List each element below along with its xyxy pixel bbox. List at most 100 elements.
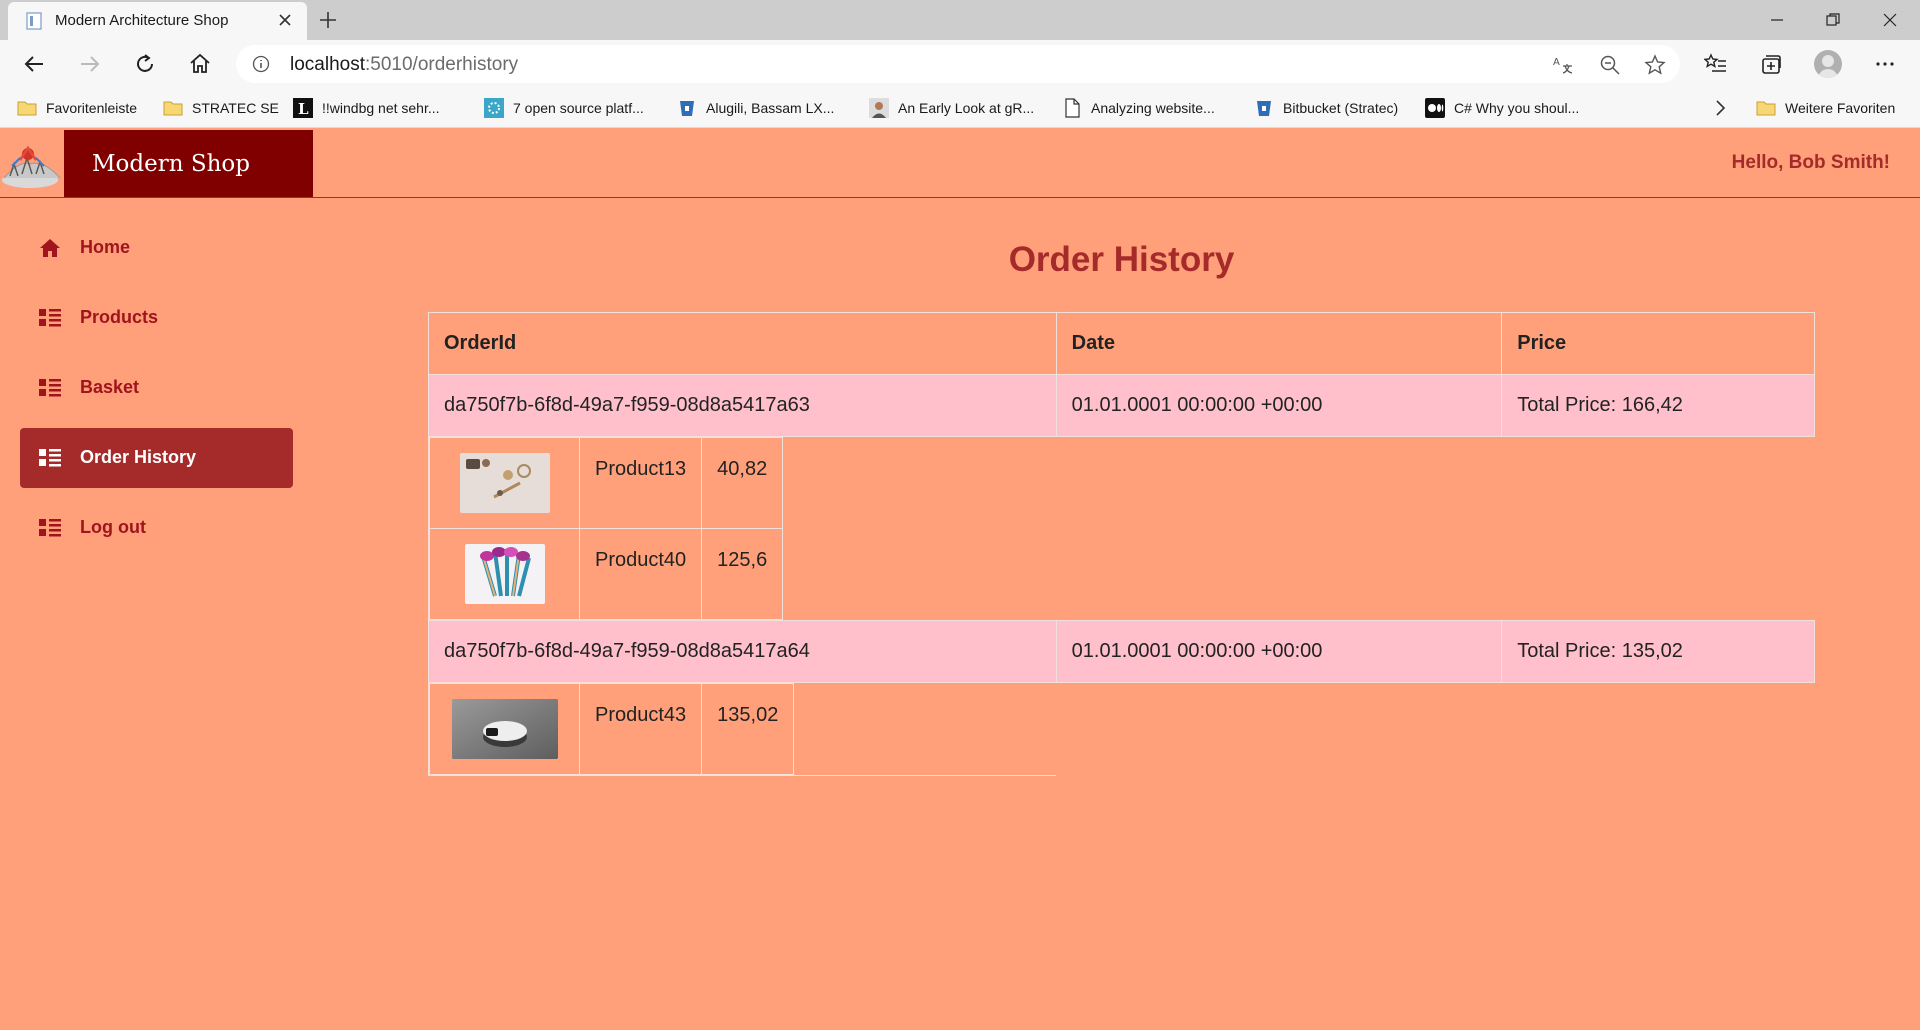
empty-cell xyxy=(1502,437,1815,621)
header-divider xyxy=(0,197,1920,198)
favorite-item[interactable]: C# Why you shoul... xyxy=(1425,88,1579,128)
list-icon xyxy=(39,449,61,467)
translate-icon[interactable]: A xyxy=(1552,54,1574,76)
favorite-item[interactable]: STRATEC SE xyxy=(163,88,279,128)
favorite-item[interactable]: Favoritenleiste xyxy=(17,88,137,128)
order-id: da750f7b-6f8d-49a7-f959-08d8a5417a63 xyxy=(428,374,1057,437)
favorite-item[interactable]: Alugili, Bassam LX... xyxy=(677,88,834,128)
nav-item-log-out[interactable]: Log out xyxy=(20,498,293,558)
favorite-item[interactable]: 7 open source platf... xyxy=(484,88,644,128)
more-dots-icon xyxy=(1876,62,1894,66)
minimize-button[interactable] xyxy=(1752,0,1802,40)
settings-menu-button[interactable] xyxy=(1871,50,1899,78)
item-price: 40,82 xyxy=(701,437,784,529)
url-text[interactable]: localhost:5010/orderhistory xyxy=(290,54,518,76)
folder-icon xyxy=(17,101,37,116)
back-button[interactable] xyxy=(20,50,48,78)
bucket-site-icon xyxy=(1257,101,1271,116)
product-thumbnail xyxy=(459,453,550,513)
order-history-table: OrderId Date Price da750f7b-6f8d-49a7-f9… xyxy=(428,312,1815,776)
order-items-row: Product43 135,02 xyxy=(428,682,1815,776)
nav-item-basket[interactable]: Basket xyxy=(20,358,293,418)
nav-item-products[interactable]: Products xyxy=(20,288,293,348)
home-browser-button[interactable] xyxy=(186,50,214,78)
home-outline-icon xyxy=(190,53,210,73)
empty-cell xyxy=(1502,683,1815,776)
restore-icon xyxy=(1826,13,1840,26)
page-title: Order History xyxy=(1008,240,1235,279)
item-row: Product13 40,82 xyxy=(429,437,784,529)
person-site-icon xyxy=(869,98,889,118)
order-id: da750f7b-6f8d-49a7-f959-08d8a5417a64 xyxy=(428,620,1057,683)
column-header-orderid: OrderId xyxy=(428,312,1057,375)
new-tab-icon[interactable] xyxy=(316,8,340,32)
product-thumbnail xyxy=(464,544,545,604)
forward-button[interactable] xyxy=(76,50,104,78)
order-total-price: Total Price: 135,02 xyxy=(1501,620,1815,683)
home-icon xyxy=(40,239,60,257)
close-window-button[interactable] xyxy=(1865,0,1915,40)
svg-text:A: A xyxy=(1553,57,1560,68)
order-date: 01.01.0001 00:00:00 +00:00 xyxy=(1055,374,1503,437)
order-date: 01.01.0001 00:00:00 +00:00 xyxy=(1055,620,1503,683)
page-icon xyxy=(1065,98,1080,118)
item-image-cell xyxy=(429,437,580,529)
column-header-date: Date xyxy=(1055,312,1503,375)
list-icon xyxy=(39,519,61,537)
favorite-item[interactable]: L !!windbg net sehr... xyxy=(293,88,440,128)
item-row: Product40 125,6 xyxy=(429,528,784,620)
restore-button[interactable] xyxy=(1808,0,1858,40)
dots-site-icon xyxy=(484,98,504,118)
nav-item-order-history[interactable]: Order History xyxy=(20,428,293,488)
item-price: 135,02 xyxy=(701,683,795,775)
item-row: Product43 135,02 xyxy=(429,683,795,775)
close-icon xyxy=(1883,13,1897,27)
l-site-icon: L xyxy=(293,98,313,118)
item-name: Product40 xyxy=(578,528,703,620)
favorites-list-icon xyxy=(1704,53,1726,72)
order-items-cell: Product13 40,82 Product40 125,6 xyxy=(428,436,1057,621)
info-icon[interactable] xyxy=(252,55,270,73)
bucket-site-icon xyxy=(680,101,694,116)
reload-icon xyxy=(137,54,153,72)
folder-icon xyxy=(163,101,183,116)
reload-button[interactable] xyxy=(131,50,159,78)
arrow-left-icon xyxy=(24,56,43,72)
svg-text:L: L xyxy=(298,100,309,118)
medium-site-icon xyxy=(1425,98,1445,118)
app-logo[interactable] xyxy=(0,130,64,198)
table-header-row: OrderId Date Price xyxy=(428,312,1815,375)
collections-button[interactable] xyxy=(1757,50,1785,78)
empty-cell xyxy=(1056,437,1502,621)
order-items-table: Product13 40,82 Product40 125,6 xyxy=(429,437,784,620)
chevron-right-icon[interactable] xyxy=(1710,98,1730,118)
brand-title[interactable]: Modern Shop xyxy=(64,130,313,198)
folder-icon xyxy=(1756,101,1776,116)
favorite-item[interactable]: Bitbucket (Stratec) xyxy=(1254,88,1398,128)
order-total-price: Total Price: 166,42 xyxy=(1501,374,1815,437)
list-icon xyxy=(39,379,61,397)
favorites-button[interactable] xyxy=(1702,50,1730,78)
favorite-item[interactable]: Analyzing website... xyxy=(1062,88,1215,128)
favorites-bar: Favoritenleiste STRATEC SE L !!windbg ne… xyxy=(0,88,1920,128)
profile-avatar[interactable] xyxy=(1814,50,1842,78)
nav-item-home[interactable]: Home xyxy=(20,218,293,278)
more-favorites[interactable]: Weitere Favoriten xyxy=(1756,88,1895,128)
order-row: da750f7b-6f8d-49a7-f959-08d8a5417a63 01.… xyxy=(428,374,1815,437)
item-image-cell xyxy=(429,528,580,620)
order-items-table: Product43 135,02 xyxy=(429,683,795,775)
favorite-item[interactable]: An Early Look at gR... xyxy=(869,88,1034,128)
item-name: Product43 xyxy=(578,683,703,775)
column-header-price: Price xyxy=(1501,312,1815,375)
order-items-row: Product13 40,82 Product40 125,6 xyxy=(428,436,1815,621)
zoom-icon[interactable] xyxy=(1599,54,1621,76)
address-bar[interactable]: localhost:5010/orderhistory A xyxy=(236,45,1680,83)
order-row: da750f7b-6f8d-49a7-f959-08d8a5417a64 01.… xyxy=(428,620,1815,683)
browser-tab[interactable]: Modern Architecture Shop xyxy=(8,2,307,40)
item-name: Product13 xyxy=(578,437,703,529)
tab-title: Modern Architecture Shop xyxy=(55,12,229,29)
close-tab-icon[interactable] xyxy=(275,10,295,30)
browser-tabstrip: Modern Architecture Shop xyxy=(0,0,1920,40)
favorite-star-icon[interactable] xyxy=(1644,54,1666,76)
minimize-icon xyxy=(1771,19,1783,21)
